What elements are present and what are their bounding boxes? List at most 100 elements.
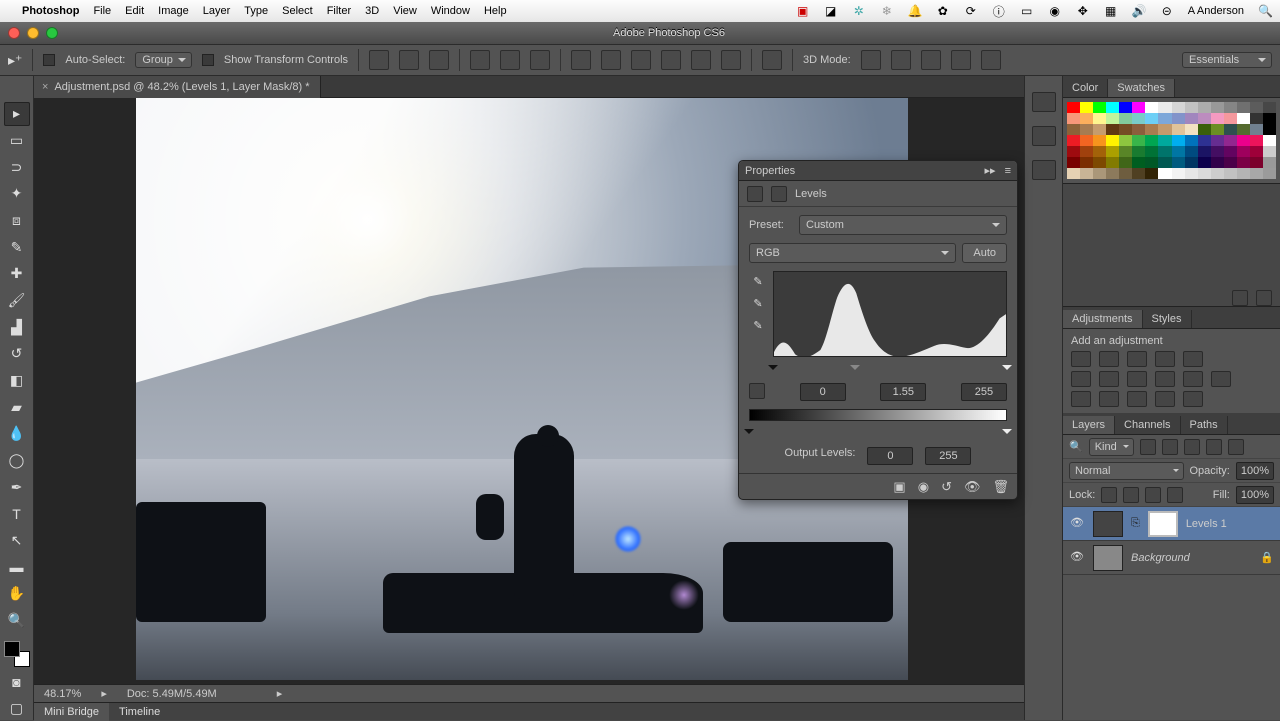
swatch[interactable] [1067,146,1080,157]
swatch[interactable] [1263,146,1276,157]
screenmode-icon[interactable]: ▢ [4,696,30,720]
swatch[interactable] [1211,157,1224,168]
status-adobe-icon[interactable]: ◪ [824,4,838,18]
adj-balance-icon[interactable] [1099,371,1119,387]
black-point-eyedropper-icon[interactable]: ✎ [749,275,767,291]
swatch[interactable] [1106,135,1119,146]
swatch[interactable] [1145,135,1158,146]
app-name[interactable]: Photoshop [22,5,79,17]
swatch[interactable] [1067,135,1080,146]
opacity-input[interactable]: 100% [1236,462,1274,480]
adj-brightness-icon[interactable] [1071,351,1091,367]
menu-help[interactable]: Help [484,5,507,17]
hand-tool-icon[interactable]: ✋ [4,582,30,606]
swatch[interactable] [1067,113,1080,124]
swatch[interactable] [1119,113,1132,124]
swatch[interactable] [1198,157,1211,168]
menu-edit[interactable]: Edit [125,5,144,17]
white-point-eyedropper-icon[interactable]: ✎ [749,319,767,335]
swatch[interactable] [1106,146,1119,157]
output-gradient[interactable] [749,409,1007,421]
swatch[interactable] [1132,146,1145,157]
doc-size-readout[interactable]: Doc: 5.49M/5.49M [127,688,217,700]
swatch[interactable] [1119,168,1132,179]
swatch[interactable] [1106,102,1119,113]
swatch[interactable] [1106,168,1119,179]
swatch[interactable] [1158,135,1171,146]
preset-dropdown[interactable]: Custom [799,215,1007,235]
status-dnd-icon[interactable]: ⊝ [1160,4,1174,18]
swatch[interactable] [1185,146,1198,157]
stamp-tool-icon[interactable]: ▟ [4,315,30,339]
menu-file[interactable]: File [93,5,111,17]
swatch[interactable] [1145,157,1158,168]
align-top-icon[interactable] [470,50,490,70]
adj-posterize-icon[interactable] [1099,391,1119,407]
3d-zoom-icon[interactable] [981,50,1001,70]
status-snow-icon[interactable]: ❄ [880,4,894,18]
swatch[interactable] [1119,124,1132,135]
type-tool-icon[interactable]: T [4,502,30,526]
menu-view[interactable]: View [393,5,417,17]
menu-type[interactable]: Type [244,5,268,17]
pen-tool-icon[interactable]: ✒ [4,475,30,499]
swatch[interactable] [1132,135,1145,146]
swatch[interactable] [1080,146,1093,157]
output-black-field[interactable]: 0 [867,447,913,465]
swatch[interactable] [1172,124,1185,135]
swatch[interactable] [1093,113,1106,124]
channels-tab[interactable]: Channels [1115,416,1180,434]
status-info-icon[interactable]: ⓘ [992,3,1006,20]
spotlight-icon[interactable]: 🔍 [1258,4,1272,18]
clip-toggle-icon[interactable]: ▣ [893,479,905,495]
levels-type-icon[interactable] [747,186,763,202]
swatch[interactable] [1237,124,1250,135]
adj-mixer-icon[interactable] [1183,371,1203,387]
filter-shape-icon[interactable] [1206,439,1222,455]
channel-dropdown[interactable]: RGB [749,243,956,263]
swatch[interactable] [1250,113,1263,124]
paths-tab[interactable]: Paths [1181,416,1228,434]
swatch[interactable] [1158,168,1171,179]
timeline-tab[interactable]: Timeline [109,703,170,721]
zoom-popup-icon[interactable]: ▸ [101,687,107,700]
histogram[interactable] [773,271,1007,357]
delete-adjustment-icon[interactable]: 🗑 [992,479,1009,495]
adj-threshold-icon[interactable] [1127,391,1147,407]
swatch[interactable] [1185,124,1198,135]
window-zoom-button[interactable] [46,27,58,39]
swatch[interactable] [1172,168,1185,179]
swatch[interactable] [1185,135,1198,146]
zoom-tool-icon[interactable]: 🔍 [4,608,30,632]
eraser-tool-icon[interactable]: ◧ [4,369,30,393]
zoom-readout[interactable]: 48.17% [44,688,81,700]
swatch[interactable] [1158,124,1171,135]
swatch[interactable] [1237,146,1250,157]
distribute-4-icon[interactable] [661,50,681,70]
distribute-6-icon[interactable] [721,50,741,70]
distribute-5-icon[interactable] [691,50,711,70]
input-white-field[interactable]: 255 [961,383,1007,401]
status-display-icon[interactable]: ▭ [1020,4,1034,18]
adj-vibrance-icon[interactable] [1183,351,1203,367]
swatch[interactable] [1224,146,1237,157]
swatch[interactable] [1237,113,1250,124]
filter-type-icon[interactable] [1184,439,1200,455]
input-black-field[interactable]: 0 [800,383,846,401]
color-tab[interactable]: Color [1063,79,1108,97]
status-paw-icon[interactable]: ✿ [936,4,950,18]
marquee-tool-icon[interactable]: ▭ [4,129,30,153]
swatch[interactable] [1263,102,1276,113]
heal-tool-icon[interactable]: ✚ [4,262,30,286]
swatch[interactable] [1211,135,1224,146]
swatch[interactable] [1119,135,1132,146]
swatch[interactable] [1067,157,1080,168]
mask-type-icon[interactable] [771,186,787,202]
swatch[interactable] [1119,102,1132,113]
status-volume-icon[interactable]: 🔊 [1132,4,1146,18]
dodge-tool-icon[interactable]: ◯ [4,449,30,473]
align-hcenter-icon[interactable] [399,50,419,70]
tab-close-icon[interactable]: × [42,81,48,93]
auto-select-dropdown[interactable]: Group [135,52,192,68]
layer-row[interactable]: 👁 Background 🔒 [1063,541,1280,575]
